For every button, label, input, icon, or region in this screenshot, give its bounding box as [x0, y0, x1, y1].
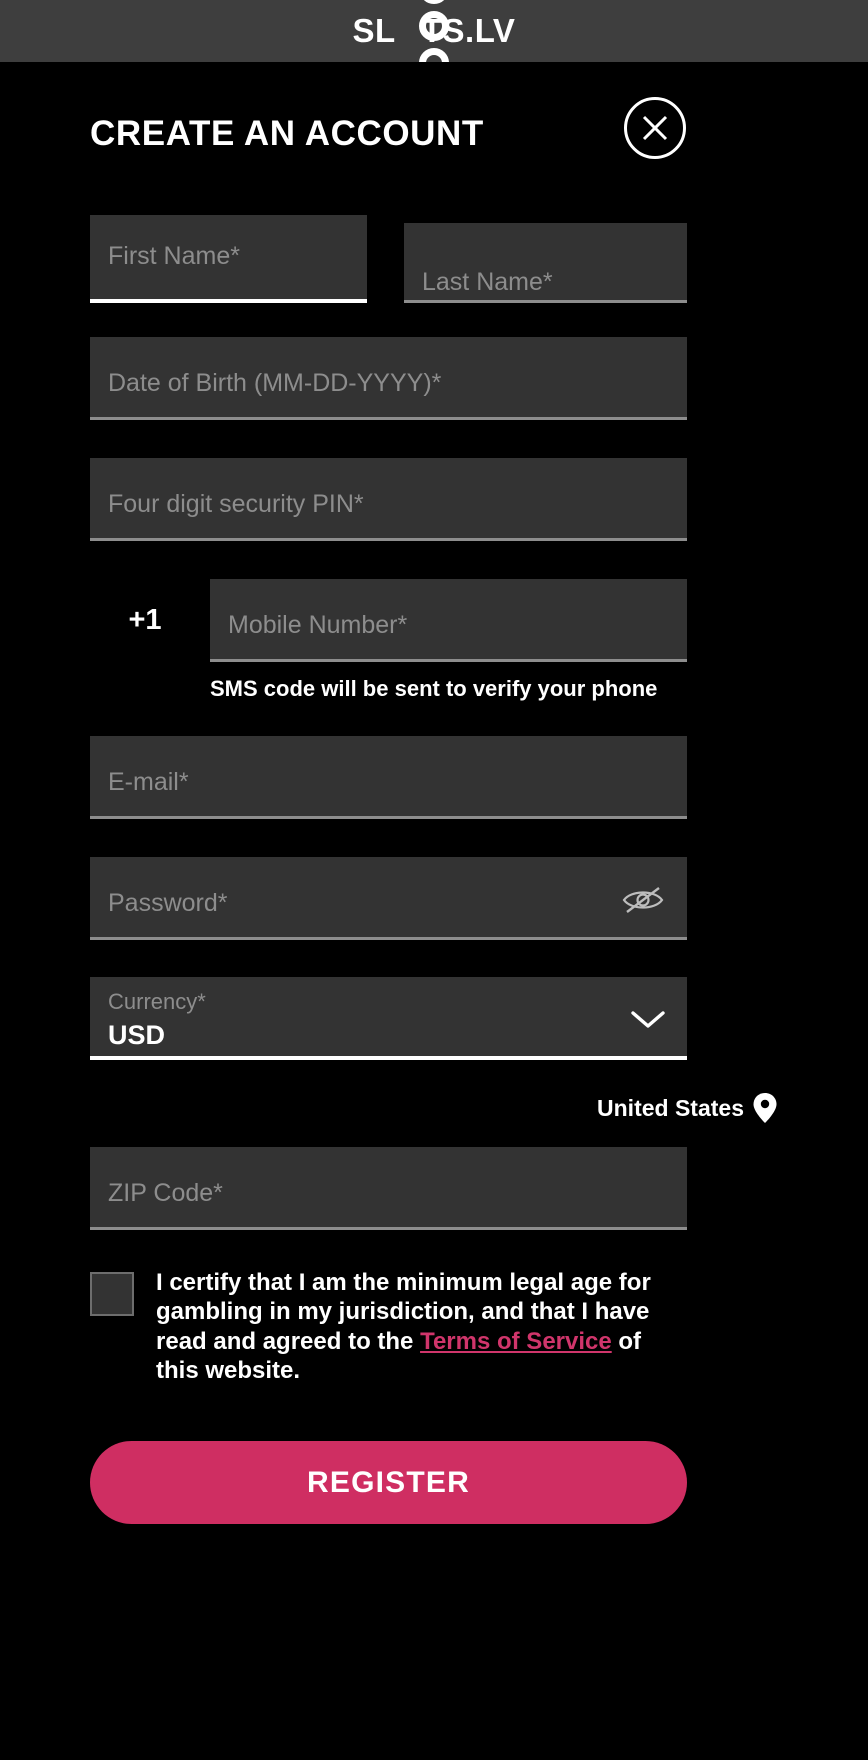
close-button[interactable]: [624, 97, 686, 159]
brand-logo-text: SLOTS.LV: [353, 12, 516, 50]
zip-code-underline: [90, 1227, 687, 1230]
currency-label: Currency*: [108, 989, 206, 1014]
age-consent-text: I certify that I am the minimum legal ag…: [156, 1268, 687, 1385]
header-clip: SLOTS.LV: [0, 0, 868, 62]
security-pin-field[interactable]: Four digit security PIN*: [90, 458, 687, 541]
email-underline: [90, 816, 687, 819]
logo-suffix: TS.LV: [421, 12, 516, 49]
email-field[interactable]: E-mail*: [90, 736, 687, 819]
password-placeholder: Password*: [108, 889, 228, 917]
age-consent-checkbox[interactable]: [90, 1272, 134, 1316]
detected-country-label: United States: [597, 1094, 744, 1121]
brand-logo[interactable]: SLOTS.LV: [0, 0, 868, 62]
password-visibility-toggle[interactable]: [621, 885, 665, 915]
password-underline: [90, 937, 687, 940]
security-pin-placeholder: Four digit security PIN*: [108, 490, 364, 518]
sms-helper-text: SMS code will be sent to verify your pho…: [210, 676, 658, 701]
first-name-underline: [90, 299, 367, 303]
location-pin-icon: [753, 1093, 777, 1123]
dialog-header: CREATE AN ACCOUNT: [0, 62, 868, 192]
country-code-label: +1: [128, 604, 162, 636]
date-of-birth-field[interactable]: Date of Birth (MM-DD-YYYY)*: [90, 337, 687, 420]
page-title: CREATE AN ACCOUNT: [90, 114, 484, 153]
first-name-field[interactable]: First Name*: [90, 215, 367, 303]
register-button[interactable]: REGISTER: [90, 1441, 687, 1524]
last-name-underline: [404, 300, 687, 303]
zip-code-field[interactable]: ZIP Code*: [90, 1147, 687, 1230]
currency-underline: [90, 1056, 687, 1060]
close-icon: [642, 115, 668, 141]
date-of-birth-underline: [90, 417, 687, 420]
password-field[interactable]: Password*: [90, 857, 687, 940]
last-name-placeholder: Last Name*: [422, 268, 553, 296]
terms-of-service-link[interactable]: Terms of Service: [420, 1328, 612, 1355]
registration-screen: SLOTS.LV CREATE AN ACCOUNT: [0, 0, 868, 1760]
first-name-placeholder: First Name*: [108, 242, 240, 270]
site-header: SLOTS.LV: [0, 0, 868, 62]
security-pin-underline: [90, 538, 687, 541]
date-of-birth-placeholder: Date of Birth (MM-DD-YYYY)*: [108, 369, 442, 397]
detected-country: United States: [597, 1092, 778, 1124]
last-name-field[interactable]: Last Name*: [404, 223, 687, 303]
mobile-number-field[interactable]: Mobile Number*: [210, 579, 687, 662]
currency-dropdown-toggle[interactable]: [629, 1007, 667, 1031]
mobile-number-underline: [210, 659, 687, 662]
logo-prefix: SL: [352, 12, 396, 49]
mobile-number-placeholder: Mobile Number*: [228, 611, 408, 639]
currency-select[interactable]: Currency* USD: [90, 977, 687, 1060]
chevron-down-icon: [631, 1011, 665, 1028]
email-placeholder: E-mail*: [108, 768, 189, 796]
currency-value: USD: [108, 1020, 166, 1050]
eye-off-icon: [622, 887, 664, 913]
age-consent-row: I certify that I am the minimum legal ag…: [90, 1268, 687, 1385]
zip-code-placeholder: ZIP Code*: [108, 1179, 223, 1207]
